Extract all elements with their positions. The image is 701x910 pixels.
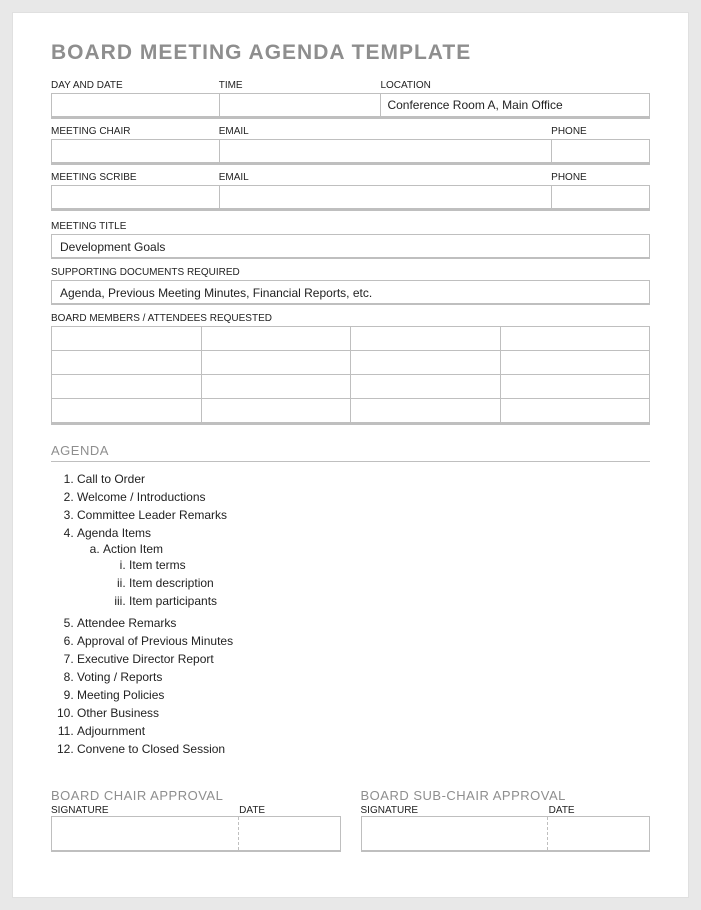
agenda-list: Call to Order Welcome / Introductions Co… <box>51 470 650 758</box>
attendee-cell[interactable] <box>500 327 650 351</box>
date-label: DATE <box>239 805 340 816</box>
attendee-cell[interactable] <box>351 375 501 399</box>
attendee-cell[interactable] <box>351 399 501 423</box>
agenda-item: Agenda Items Action Item Item terms Item… <box>77 524 650 614</box>
chair-phone-label: PHONE <box>551 126 650 137</box>
agenda-subsubitem: Item participants <box>129 592 650 610</box>
scribe-email-label: EMAIL <box>219 172 551 183</box>
date-label: DATE <box>549 805 650 816</box>
scribe-name-input[interactable] <box>51 185 219 209</box>
chair-name-input[interactable] <box>51 139 219 163</box>
supporting-docs-label: SUPPORTING DOCUMENTS REQUIRED <box>51 267 650 278</box>
attendee-cell[interactable] <box>201 375 351 399</box>
agenda-item: Other Business <box>77 704 650 722</box>
agenda-item: Voting / Reports <box>77 668 650 686</box>
subchair-approval-heading: BOARD SUB-CHAIR APPROVAL <box>361 788 651 803</box>
time-label: TIME <box>219 80 381 91</box>
table-row <box>52 375 650 399</box>
agenda-subitem: Action Item Item terms Item description … <box>103 540 650 612</box>
scribe-boxes <box>51 185 650 211</box>
agenda-item: Welcome / Introductions <box>77 488 650 506</box>
attendee-cell[interactable] <box>201 351 351 375</box>
attendee-cell[interactable] <box>500 375 650 399</box>
agenda-item: Committee Leader Remarks <box>77 506 650 524</box>
scribe-email-input[interactable] <box>219 185 551 209</box>
signature-label: SIGNATURE <box>361 805 549 816</box>
chair-approval: BOARD CHAIR APPROVAL SIGNATURE DATE <box>51 788 341 852</box>
subchair-date-input[interactable] <box>548 817 649 850</box>
agenda-item: Call to Order <box>77 470 650 488</box>
document-page: BOARD MEETING AGENDA TEMPLATE DAY AND DA… <box>12 12 689 898</box>
chair-approval-box <box>51 816 341 852</box>
chair-email-input[interactable] <box>219 139 551 163</box>
attendee-cell[interactable] <box>52 351 202 375</box>
meeting-title-label: MEETING TITLE <box>51 221 650 232</box>
attendee-cell[interactable] <box>500 351 650 375</box>
location-label: LOCATION <box>380 80 650 91</box>
attendee-cell[interactable] <box>500 399 650 423</box>
day-date-label: DAY AND DATE <box>51 80 219 91</box>
table-row <box>52 327 650 351</box>
time-input[interactable] <box>219 93 381 117</box>
agenda-item: Adjournment <box>77 722 650 740</box>
table-row <box>52 399 650 423</box>
agenda-subitem-label: Action Item <box>103 542 163 556</box>
chair-label: MEETING CHAIR <box>51 126 219 137</box>
table-row <box>52 351 650 375</box>
approval-row: BOARD CHAIR APPROVAL SIGNATURE DATE BOAR… <box>51 788 650 852</box>
chair-date-input[interactable] <box>239 817 340 850</box>
attendee-cell[interactable] <box>52 399 202 423</box>
chair-signature-input[interactable] <box>52 817 239 850</box>
chair-approval-heading: BOARD CHAIR APPROVAL <box>51 788 341 803</box>
chair-phone-input[interactable] <box>551 139 650 163</box>
attendee-cell[interactable] <box>351 327 501 351</box>
chair-email-label: EMAIL <box>219 126 551 137</box>
scribe-label: MEETING SCRIBE <box>51 172 219 183</box>
subchair-approval: BOARD SUB-CHAIR APPROVAL SIGNATURE DATE <box>361 788 651 852</box>
attendee-cell[interactable] <box>52 375 202 399</box>
row-day-time-location: DAY AND DATE TIME LOCATION <box>51 73 650 93</box>
agenda-subsubitem: Item description <box>129 574 650 592</box>
subchair-signature-input[interactable] <box>362 817 549 850</box>
agenda-item: Meeting Policies <box>77 686 650 704</box>
attendee-cell[interactable] <box>201 327 351 351</box>
signature-label: SIGNATURE <box>51 805 239 816</box>
page-title: BOARD MEETING AGENDA TEMPLATE <box>51 41 650 65</box>
agenda-heading: AGENDA <box>51 443 650 462</box>
attendees-label: BOARD MEMBERS / ATTENDEES REQUESTED <box>51 313 650 324</box>
attendee-cell[interactable] <box>52 327 202 351</box>
scribe-phone-input[interactable] <box>551 185 650 209</box>
row-scribe-labels: MEETING SCRIBE EMAIL PHONE <box>51 165 650 185</box>
row-chair-labels: MEETING CHAIR EMAIL PHONE <box>51 119 650 139</box>
day-date-input[interactable] <box>51 93 219 117</box>
attendee-cell[interactable] <box>201 399 351 423</box>
supporting-docs-input[interactable]: Agenda, Previous Meeting Minutes, Financ… <box>51 280 650 305</box>
agenda-item-label: Agenda Items <box>77 526 151 540</box>
agenda-item: Attendee Remarks <box>77 614 650 632</box>
attendees-grid-wrap <box>51 326 650 425</box>
attendee-cell[interactable] <box>351 351 501 375</box>
scribe-phone-label: PHONE <box>551 172 650 183</box>
attendees-grid <box>51 326 650 423</box>
agenda-item: Approval of Previous Minutes <box>77 632 650 650</box>
chair-boxes <box>51 139 650 165</box>
row1-boxes: Conference Room A, Main Office <box>51 93 650 119</box>
subchair-approval-box <box>361 816 651 852</box>
agenda-item: Convene to Closed Session <box>77 740 650 758</box>
location-input[interactable]: Conference Room A, Main Office <box>380 93 650 117</box>
agenda-item: Executive Director Report <box>77 650 650 668</box>
agenda-subsubitem: Item terms <box>129 556 650 574</box>
meeting-title-input[interactable]: Development Goals <box>51 234 650 259</box>
